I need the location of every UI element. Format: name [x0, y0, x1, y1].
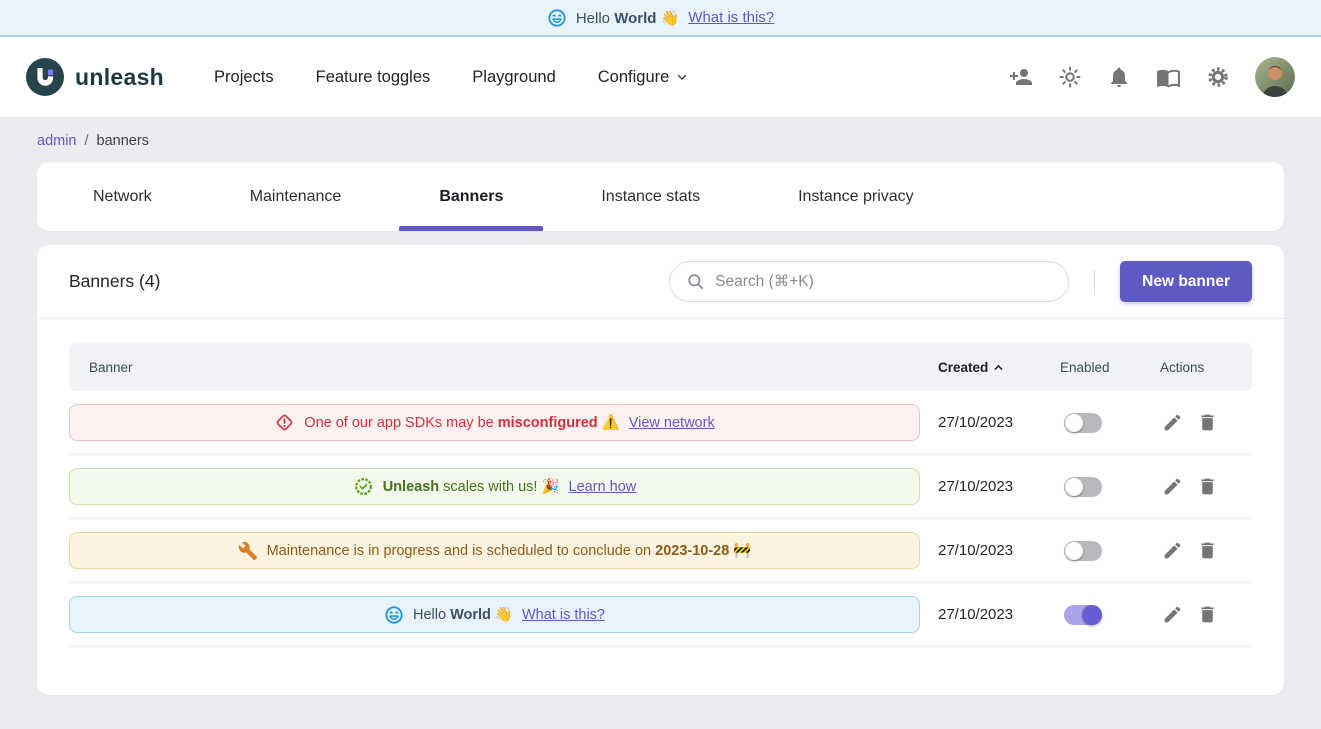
- banner-message: One of our app SDKs may be misconfigured…: [304, 414, 619, 431]
- edit-pencil-icon[interactable]: [1160, 602, 1185, 627]
- banner-link[interactable]: Learn how: [569, 479, 637, 495]
- tab-instance-stats[interactable]: Instance stats: [561, 162, 740, 231]
- banner-message: Unleash scales with us! 🎉: [383, 478, 560, 495]
- app-header: unleash Projects Feature toggles Playgro…: [0, 37, 1321, 117]
- announcement-link[interactable]: What is this?: [688, 9, 774, 26]
- page-title: Banners (4): [69, 271, 160, 292]
- toolbar-divider: [1094, 270, 1095, 294]
- header-actions: [1009, 57, 1295, 97]
- column-header-banner: Banner: [69, 360, 920, 375]
- banners-panel: Banners (4) New banner Banner Created: [37, 245, 1284, 695]
- announcement-text: Hello World 👋: [576, 9, 679, 27]
- announcement-bar: Hello World 👋 What is this?: [0, 0, 1321, 37]
- settings-gear-icon[interactable]: [1206, 65, 1230, 89]
- notifications-bell-icon[interactable]: [1107, 65, 1131, 89]
- error-diamond-icon: [274, 412, 295, 433]
- banner-preview-error: One of our app SDKs may be misconfigured…: [69, 404, 920, 441]
- table-header: Banner Created Enabled Actions: [69, 343, 1252, 391]
- breadcrumb-admin-link[interactable]: admin: [37, 133, 77, 149]
- banner-link[interactable]: What is this?: [522, 607, 605, 623]
- settings-tabs: Network Maintenance Banners Instance sta…: [37, 162, 1284, 231]
- column-header-enabled: Enabled: [1060, 360, 1160, 375]
- wrench-icon: [238, 541, 258, 561]
- check-badge-icon: [353, 476, 374, 497]
- banner-link[interactable]: View network: [629, 415, 715, 431]
- table-row: Maintenance is in progress and is schedu…: [69, 519, 1252, 583]
- breadcrumb-separator: /: [85, 133, 89, 149]
- nav-configure[interactable]: Configure: [584, 60, 704, 95]
- tab-instance-privacy[interactable]: Instance privacy: [758, 162, 954, 231]
- table-row: One of our app SDKs may be misconfigured…: [69, 391, 1252, 455]
- unleash-logo-icon: [26, 58, 64, 96]
- invite-user-icon[interactable]: [1009, 65, 1033, 89]
- smiley-icon: [547, 8, 567, 28]
- edit-pencil-icon[interactable]: [1160, 538, 1185, 563]
- nav-playground[interactable]: Playground: [458, 60, 569, 95]
- tab-network[interactable]: Network: [53, 162, 192, 231]
- docs-book-icon[interactable]: [1156, 65, 1181, 90]
- unleash-logo[interactable]: unleash: [26, 58, 164, 96]
- nav-feature-toggles[interactable]: Feature toggles: [302, 60, 445, 95]
- banner-preview-success: Unleash scales with us! 🎉 Learn how: [69, 468, 920, 505]
- enabled-toggle[interactable]: [1064, 541, 1102, 561]
- smiley-icon: [384, 605, 404, 625]
- search-box: [669, 261, 1069, 302]
- delete-trash-icon[interactable]: [1195, 410, 1220, 435]
- banner-message: Hello World 👋: [413, 606, 513, 623]
- brand-name: unleash: [75, 64, 164, 91]
- sort-asc-caret-icon: [991, 360, 1006, 375]
- created-date: 27/10/2023: [938, 478, 1060, 495]
- user-avatar[interactable]: [1255, 57, 1295, 97]
- created-date: 27/10/2023: [938, 542, 1060, 559]
- enabled-toggle[interactable]: [1064, 413, 1102, 433]
- edit-pencil-icon[interactable]: [1160, 410, 1185, 435]
- column-header-created-sort[interactable]: Created: [938, 360, 1006, 375]
- delete-trash-icon[interactable]: [1195, 538, 1220, 563]
- nav-projects[interactable]: Projects: [200, 60, 288, 95]
- new-banner-button[interactable]: New banner: [1120, 261, 1252, 302]
- created-date: 27/10/2023: [938, 606, 1060, 623]
- column-header-actions: Actions: [1160, 360, 1252, 375]
- main-nav: Projects Feature toggles Playground Conf…: [200, 60, 703, 95]
- table-row: Hello World 👋 What is this? 27/10/2023: [69, 583, 1252, 647]
- enabled-toggle[interactable]: [1064, 477, 1102, 497]
- delete-trash-icon[interactable]: [1195, 474, 1220, 499]
- enabled-toggle[interactable]: [1064, 605, 1102, 625]
- tab-maintenance[interactable]: Maintenance: [210, 162, 382, 231]
- banner-message: Maintenance is in progress and is schedu…: [267, 542, 752, 559]
- banner-preview-warning: Maintenance is in progress and is schedu…: [69, 532, 920, 569]
- table-row: Unleash scales with us! 🎉 Learn how 27/1…: [69, 455, 1252, 519]
- banners-table: Banner Created Enabled Actions One: [69, 343, 1252, 647]
- banner-preview-info: Hello World 👋 What is this?: [69, 596, 920, 633]
- created-date: 27/10/2023: [938, 414, 1060, 431]
- tab-banners[interactable]: Banners: [399, 162, 543, 231]
- panel-header: Banners (4) New banner: [37, 245, 1284, 319]
- theme-sun-icon[interactable]: [1058, 65, 1082, 89]
- chevron-down-icon: [675, 70, 689, 84]
- delete-trash-icon[interactable]: [1195, 602, 1220, 627]
- breadcrumb-current: banners: [97, 133, 149, 149]
- breadcrumb: admin / banners: [0, 117, 1321, 162]
- search-icon: [686, 272, 705, 291]
- edit-pencil-icon[interactable]: [1160, 474, 1185, 499]
- search-input[interactable]: [715, 273, 1052, 291]
